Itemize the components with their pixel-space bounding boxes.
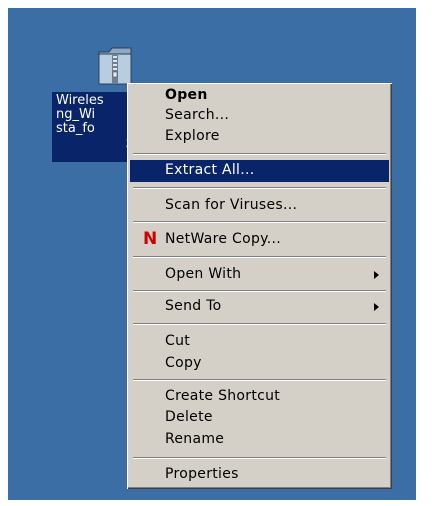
menu-item-label: NetWare Copy... bbox=[165, 231, 281, 247]
file-name-label[interactable]: Wireles ng_Wi sta_fo z bbox=[52, 92, 138, 162]
file-name-line: sta_fo bbox=[56, 121, 95, 136]
file-name-line: ng_Wi bbox=[56, 107, 96, 122]
menu-item-label: Cut bbox=[165, 333, 191, 349]
menu-separator bbox=[133, 221, 386, 223]
desktop[interactable]: Wireles ng_Wi sta_fo z Open Search... Ex… bbox=[8, 8, 416, 500]
menu-separator bbox=[133, 323, 386, 325]
menu-item-netware-copy[interactable]: N NetWare Copy... bbox=[130, 229, 389, 251]
menu-item-open[interactable]: Open bbox=[130, 85, 389, 107]
menu-item-label: Open bbox=[165, 87, 208, 103]
menu-item-send-to[interactable]: Send To bbox=[130, 296, 389, 318]
menu-item-rename[interactable]: Rename bbox=[130, 429, 389, 451]
menu-item-cut[interactable]: Cut bbox=[130, 331, 389, 353]
menu-item-label: Explore bbox=[165, 128, 220, 144]
submenu-arrow-icon bbox=[374, 303, 379, 311]
menu-separator bbox=[133, 457, 386, 459]
menu-item-search[interactable]: Search... bbox=[130, 105, 389, 127]
menu-item-extract-all[interactable]: Extract All... bbox=[130, 160, 389, 182]
menu-item-label: Create Shortcut bbox=[165, 388, 281, 404]
menu-item-label: Scan for Viruses... bbox=[165, 197, 298, 213]
menu-item-explore[interactable]: Explore bbox=[130, 126, 389, 148]
zip-folder-icon[interactable] bbox=[95, 42, 135, 88]
file-name-line: Wireles bbox=[56, 93, 104, 108]
menu-item-label: Delete bbox=[165, 409, 213, 425]
menu-item-label: Properties bbox=[165, 466, 239, 482]
submenu-arrow-icon bbox=[374, 271, 379, 279]
menu-separator bbox=[133, 187, 386, 189]
menu-item-copy[interactable]: Copy bbox=[130, 353, 389, 375]
menu-separator bbox=[133, 256, 386, 258]
netware-n-icon: N bbox=[143, 229, 158, 249]
menu-item-delete[interactable]: Delete bbox=[130, 407, 389, 429]
menu-separator bbox=[133, 379, 386, 381]
menu-item-label: Rename bbox=[165, 431, 225, 447]
menu-item-label: Extract All... bbox=[165, 162, 255, 178]
menu-item-create-shortcut[interactable]: Create Shortcut bbox=[130, 386, 389, 408]
context-menu: Open Search... Explore Extract All... Sc… bbox=[127, 83, 392, 489]
menu-item-label: Search... bbox=[165, 107, 230, 123]
menu-item-open-with[interactable]: Open With bbox=[130, 264, 389, 286]
menu-item-scan-for-viruses[interactable]: Scan for Viruses... bbox=[130, 195, 389, 217]
menu-item-properties[interactable]: Properties bbox=[130, 464, 389, 486]
menu-separator bbox=[133, 153, 386, 155]
menu-item-label: Send To bbox=[165, 298, 222, 314]
menu-item-label: Copy bbox=[165, 355, 202, 371]
menu-item-label: Open With bbox=[165, 266, 242, 282]
menu-separator bbox=[133, 290, 386, 292]
